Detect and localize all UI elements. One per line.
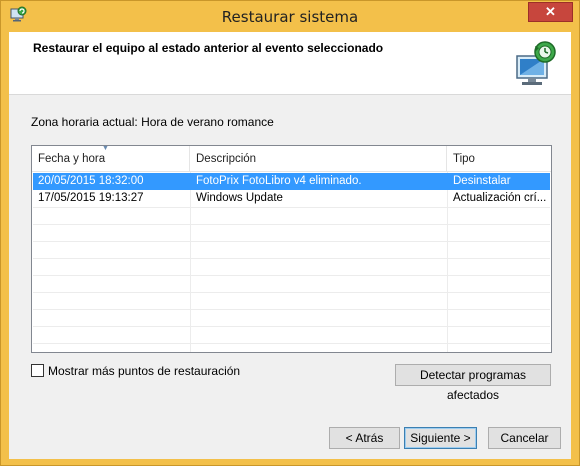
client-area: Restaurar el equipo al estado anterior a… — [9, 32, 571, 459]
row-date: 20/05/2015 18:32:00 — [38, 175, 144, 187]
close-icon: ✕ — [545, 4, 556, 19]
timezone-label: Zona horaria actual: Hora de verano roma… — [31, 115, 274, 129]
more-points-label[interactable]: Mostrar más puntos de restauración — [48, 364, 240, 378]
more-points-checkbox[interactable] — [31, 364, 44, 377]
column-header-type[interactable]: Tipo — [447, 146, 551, 172]
row-divider — [33, 309, 550, 310]
monitor-restore-icon — [507, 38, 559, 90]
row-divider — [33, 343, 550, 344]
page-title: Restaurar el equipo al estado anterior a… — [33, 41, 384, 55]
row-date: 17/05/2015 19:13:27 — [38, 192, 144, 204]
title-bar[interactable]: Restaurar sistema ✕ — [1, 1, 579, 33]
row-type: Actualización crí... — [453, 192, 547, 204]
row-type: Desinstalar — [453, 175, 511, 187]
column-header-description[interactable]: Descripción — [190, 146, 447, 172]
row-divider — [33, 326, 550, 327]
row-divider — [33, 224, 550, 225]
row-divider — [33, 292, 550, 293]
row-divider — [33, 258, 550, 259]
sort-down-icon: ▼ — [102, 145, 109, 152]
back-button[interactable]: < Atrás — [329, 427, 400, 449]
list-header: Fecha y hora ▼ Descripción Tipo — [32, 146, 551, 172]
system-restore-window: Restaurar sistema ✕ Restaurar el equipo … — [0, 0, 580, 466]
row-divider — [33, 207, 550, 208]
row-divider — [33, 275, 550, 276]
close-button[interactable]: ✕ — [528, 2, 573, 22]
wizard-header: Restaurar el equipo al estado anterior a… — [9, 32, 571, 95]
window-title: Restaurar sistema — [221, 8, 359, 26]
table-row[interactable]: 20/05/2015 18:32:00 FotoPrix FotoLibro v… — [33, 173, 550, 190]
detect-affected-programs-button[interactable]: Detectar programas afectados — [395, 364, 551, 402]
row-divider — [33, 241, 550, 242]
row-description: FotoPrix FotoLibro v4 eliminado. — [196, 175, 362, 187]
restore-points-list[interactable]: Fecha y hora ▼ Descripción Tipo 20/05/20… — [31, 145, 552, 353]
column-header-date[interactable]: Fecha y hora ▼ — [32, 146, 190, 172]
row-description: Windows Update — [196, 192, 283, 204]
cancel-button[interactable]: Cancelar — [488, 427, 561, 449]
table-row[interactable]: 17/05/2015 19:13:27 Windows Update Actua… — [33, 190, 550, 207]
next-button[interactable]: Siguiente > — [404, 427, 477, 449]
